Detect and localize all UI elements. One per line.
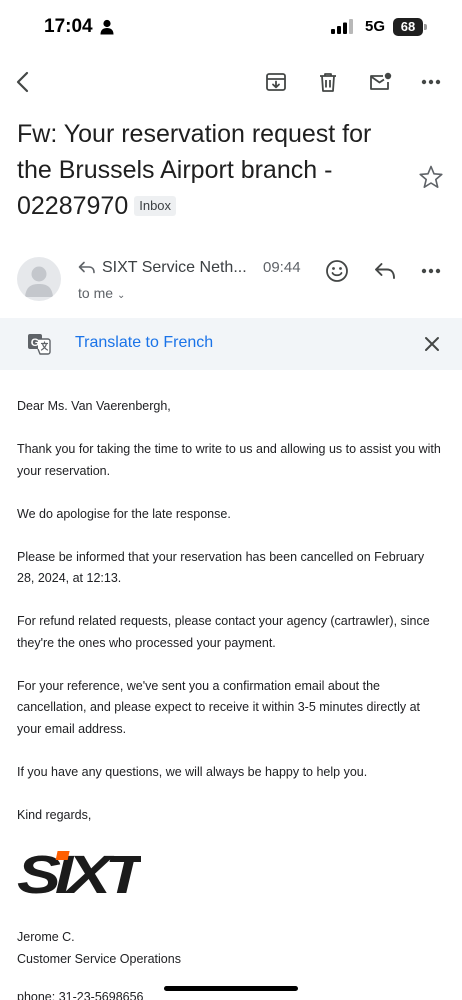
back-button[interactable] xyxy=(8,66,40,98)
battery-tip xyxy=(424,24,427,30)
recipient-details[interactable]: to me ⌄ xyxy=(78,285,125,301)
body-paragraph: If you have any questions, we will alway… xyxy=(17,764,368,779)
replied-icon xyxy=(78,261,95,274)
reply-button[interactable] xyxy=(370,256,400,286)
signature-phone: phone: 31-23-5698656 xyxy=(17,990,144,1000)
status-time: 17:04 xyxy=(44,16,93,37)
body-paragraph: For refund related requests, please cont… xyxy=(17,614,430,650)
network-type: 5G xyxy=(365,18,386,35)
signature-title: Customer Service Operations xyxy=(17,951,181,966)
body-paragraph: Dear Ms. Van Vaerenbergh, xyxy=(17,399,171,413)
inbox-label[interactable]: Inbox xyxy=(134,196,177,216)
delete-button[interactable] xyxy=(312,66,344,98)
chevron-down-icon: ⌄ xyxy=(117,290,126,301)
email-subject: Fw: Your reservation request for the Bru… xyxy=(17,116,397,224)
delete-icon xyxy=(320,73,336,92)
more-icon xyxy=(421,268,441,274)
battery-level: 68 xyxy=(393,18,423,36)
svg-text:G: G xyxy=(31,337,40,349)
body-paragraph: We do apologise for the late response. xyxy=(17,506,231,521)
close-icon[interactable] xyxy=(420,332,444,356)
recipient-text: to me xyxy=(78,285,114,301)
add-reaction-button[interactable] xyxy=(322,256,352,286)
archive-button[interactable] xyxy=(260,66,292,98)
email-body: Dear Ms. Van Vaerenbergh, Thank you for … xyxy=(17,396,445,848)
translate-link[interactable]: Translate to French xyxy=(75,334,213,352)
mark-unread-icon xyxy=(370,72,392,90)
body-paragraph: Thank you for taking the time to write t… xyxy=(17,442,441,478)
mark-unread-button[interactable] xyxy=(364,66,396,98)
body-paragraph: Kind regards, xyxy=(17,807,92,822)
home-indicator[interactable] xyxy=(164,986,298,991)
translate-icon: G xyxy=(28,334,51,355)
more-options-button[interactable] xyxy=(415,66,447,98)
signature-name: Jerome C. xyxy=(17,930,75,944)
message-more-button[interactable] xyxy=(416,256,446,286)
email-signature: Jerome C. Customer Service Operations xyxy=(17,927,181,970)
emoji-icon xyxy=(326,260,348,282)
person-icon xyxy=(100,19,114,35)
status-bar: 17:04 5G 68 xyxy=(0,0,462,52)
back-arrow-icon xyxy=(16,71,29,93)
email-time: 09:44 xyxy=(263,259,301,276)
sixt-logo: SIXT xyxy=(17,849,141,897)
email-toolbar xyxy=(0,62,462,102)
body-paragraph: For your reference, we've sent you a con… xyxy=(17,678,420,736)
sender-avatar[interactable] xyxy=(17,257,61,301)
sender-row[interactable]: SIXT Service Neth... xyxy=(78,257,247,279)
sender-name: SIXT Service Neth... xyxy=(102,259,247,276)
reply-icon xyxy=(375,263,395,279)
archive-icon xyxy=(266,73,286,91)
default-avatar-icon xyxy=(25,266,53,297)
star-icon[interactable] xyxy=(418,164,444,190)
subject-title: Fw: Your reservation request for the Bru… xyxy=(17,120,372,220)
cellular-signal-icon xyxy=(331,19,353,34)
translate-banner: G Translate to French xyxy=(0,318,462,370)
svg-text:SIXT: SIXT xyxy=(17,849,141,897)
body-paragraph: Please be informed that your reservation… xyxy=(17,549,425,586)
more-icon xyxy=(421,79,441,85)
